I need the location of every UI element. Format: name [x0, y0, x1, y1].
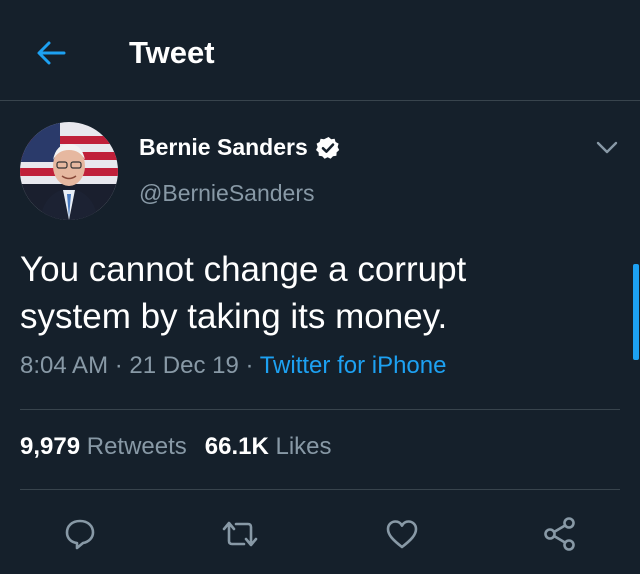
- verified-badge-icon: [315, 136, 339, 159]
- share-button[interactable]: [540, 514, 580, 554]
- share-icon: [544, 517, 575, 551]
- retweet-button[interactable]: [220, 514, 260, 554]
- reply-icon: [65, 519, 95, 550]
- divider: [20, 409, 620, 410]
- chevron-down-icon: [596, 141, 618, 154]
- author-name[interactable]: Bernie Sanders: [139, 134, 308, 161]
- tweet-menu-button[interactable]: [592, 136, 622, 160]
- action-bar: [0, 510, 640, 554]
- meta-separator: ·: [114, 352, 130, 379]
- retweets-label: Retweets: [86, 433, 187, 460]
- avatar-image: [20, 122, 118, 220]
- top-bar: Tweet: [0, 0, 640, 101]
- heart-icon: [386, 520, 418, 549]
- likes-label: Likes: [275, 433, 332, 460]
- divider: [20, 489, 620, 490]
- retweet-icon: [222, 521, 258, 547]
- back-button[interactable]: [28, 30, 74, 76]
- tweet-source-link[interactable]: Twitter for iPhone: [260, 352, 447, 379]
- author-handle[interactable]: @BernieSanders: [139, 180, 315, 207]
- author-name-row[interactable]: Bernie Sanders: [139, 134, 340, 161]
- arrow-left-icon: [37, 41, 66, 65]
- tweet-date: 21 Dec 19: [129, 352, 239, 379]
- reply-button[interactable]: [60, 514, 100, 554]
- likes-count: 66.1K: [204, 433, 269, 460]
- page-title: Tweet: [129, 35, 215, 70]
- tweet-stats: 9,979 Retweets 66.1K Likes: [20, 433, 332, 461]
- like-button[interactable]: [382, 514, 422, 554]
- meta-separator: ·: [245, 352, 260, 379]
- tweet-text: You cannot change a corrupt system by ta…: [20, 250, 467, 336]
- likes-stat[interactable]: 66.1K Likes: [205, 433, 332, 460]
- retweets-count: 9,979: [20, 433, 81, 460]
- scrollbar[interactable]: [633, 264, 639, 360]
- avatar[interactable]: [20, 122, 118, 220]
- tweet-meta: 8:04 AM · 21 Dec 19 · Twitter for iPhone: [20, 352, 446, 380]
- retweets-stat[interactable]: 9,979 Retweets: [20, 433, 187, 460]
- tweet-time: 8:04 AM: [20, 352, 109, 379]
